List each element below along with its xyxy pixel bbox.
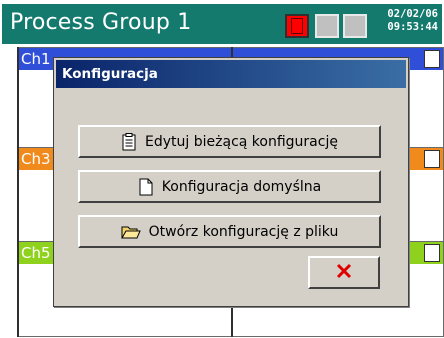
open-config-from-file-button[interactable]: Otwórz konfigurację z pliku xyxy=(78,215,381,248)
page-title: Process Group 1 xyxy=(10,10,192,35)
alarm-indicator-icon[interactable] xyxy=(285,14,309,38)
notepad-icon xyxy=(121,132,137,151)
channel-value-box xyxy=(424,150,440,168)
date-text: 02/02/06 xyxy=(387,8,438,20)
status-indicator-icon[interactable] xyxy=(315,14,339,38)
channel-label: Ch1 xyxy=(21,50,51,68)
process-group-titlebar: Process Group 1 02/02/06 09:53:44 xyxy=(2,4,442,44)
channel-value-box xyxy=(424,50,440,68)
edit-current-config-button[interactable]: Edytuj bieżącą konfigurację xyxy=(78,125,381,158)
status-indicator-icon[interactable] xyxy=(343,14,367,38)
channel-label: Ch3 xyxy=(21,150,51,168)
recorder-screen: Process Group 1 02/02/06 09:53:44 Ch1 Ch… xyxy=(0,0,444,338)
left-divider xyxy=(17,47,19,337)
channel-value-box xyxy=(424,244,440,262)
close-x-icon xyxy=(336,263,352,283)
default-config-button[interactable]: Konfiguracja domyślna xyxy=(78,170,381,203)
dialog-title: Konfiguracja xyxy=(56,60,406,88)
close-button[interactable] xyxy=(308,256,380,289)
datetime-readout: 02/02/06 09:53:44 xyxy=(387,8,438,34)
blank-document-icon xyxy=(138,178,154,196)
configuration-dialog: Konfiguracja Edytuj bieżącą konfigurację xyxy=(53,57,409,307)
edit-current-config-label: Edytuj bieżącą konfigurację xyxy=(145,133,338,150)
default-config-label: Konfiguracja domyślna xyxy=(161,178,322,195)
open-folder-icon xyxy=(120,223,141,241)
time-text: 09:53:44 xyxy=(387,21,438,33)
channel-label: Ch5 xyxy=(21,244,51,262)
open-config-from-file-label: Otwórz konfigurację z pliku xyxy=(148,223,339,240)
